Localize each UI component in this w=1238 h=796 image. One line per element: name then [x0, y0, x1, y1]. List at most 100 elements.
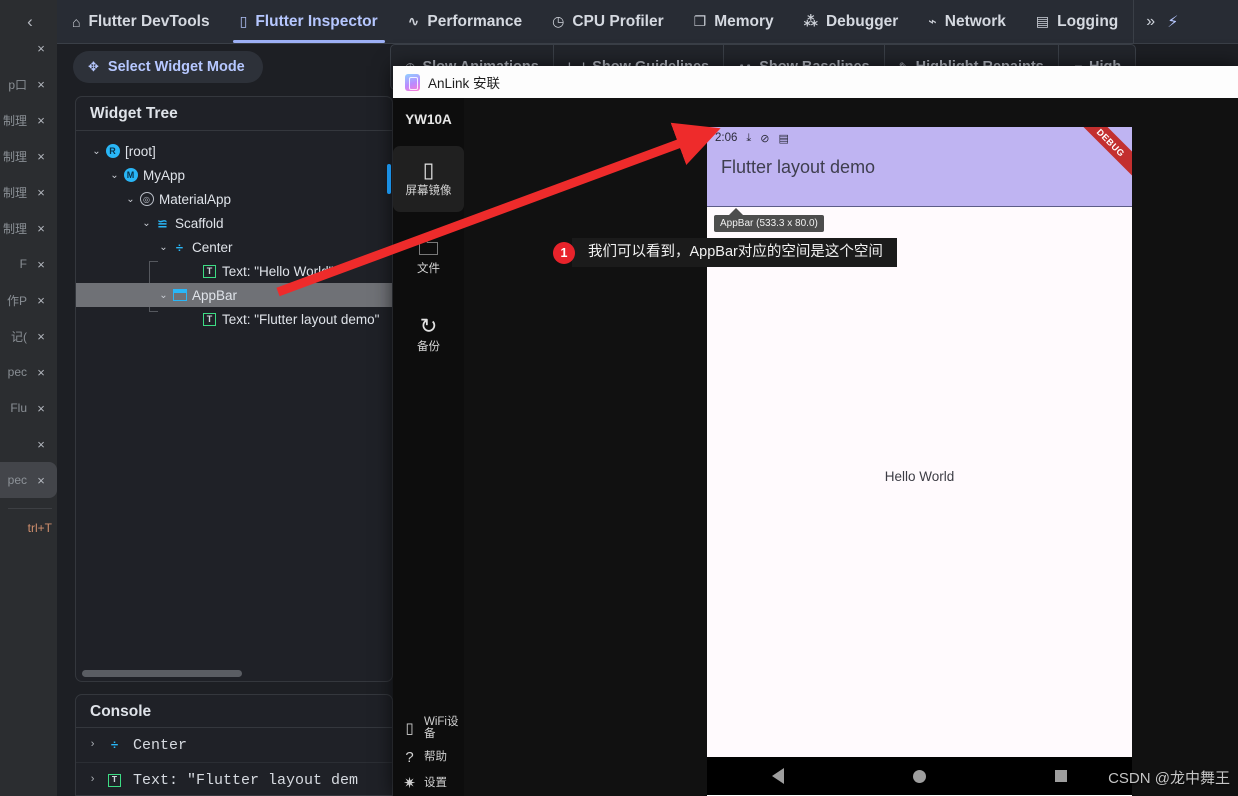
console-title: Console [76, 695, 392, 728]
widget-tree-row[interactable]: ⌄ ≌ Scaffold [76, 211, 392, 235]
tab-memory[interactable]: ❐ Memory [679, 0, 789, 43]
widget-tree-row-label: Scaffold [175, 215, 224, 231]
widget-tree-row-label: Text: "Hello World" [222, 263, 334, 279]
rail-tab-4[interactable]: 制理 × [0, 174, 57, 210]
text-widget-icon: T [106, 773, 123, 788]
hot-reload-icon[interactable]: ⚡ [1167, 12, 1178, 32]
home-icon: ⌂ [72, 13, 81, 30]
widget-tree-row[interactable]: ⌄TText: "Hello World" [76, 259, 392, 283]
screenshot-root: ‹ × p口 × 制理 × 制理 × 制理 × 制理 × F × 作P × 记(× pec × Flu × × pec × … [0, 0, 1238, 796]
chevron-down-icon[interactable]: ⌄ [108, 170, 121, 181]
anlink-nav-label: 备份 [417, 340, 440, 353]
annotation-callout: 1 我们可以看到，AppBar对应的空间是这个空间 [553, 238, 897, 267]
help-icon: ? [405, 749, 414, 766]
tab-label: CPU Profiler [572, 12, 664, 30]
widget-tree-row[interactable]: ⌄ ◎ MaterialApp [76, 187, 392, 211]
hello-world-text: Hello World [884, 469, 955, 484]
nav-back-button[interactable] [771, 768, 784, 784]
chevron-right-icon[interactable]: › [86, 774, 99, 786]
rail-tab-3[interactable]: 制理 × [0, 138, 57, 174]
rail-tab-label: p口 [8, 77, 27, 92]
anlink-nav-label: 文件 [417, 262, 440, 275]
widget-tree-row-label: MaterialApp [159, 191, 232, 207]
anlink-titlebar[interactable]: AnLink 安联 [393, 66, 1238, 98]
rail-tab-6[interactable]: F × [0, 246, 57, 282]
rail-tab-label: 制理 [2, 185, 27, 200]
tab-network[interactable]: ⌁ Network [913, 0, 1021, 43]
close-icon[interactable]: × [31, 221, 51, 236]
anlink-nav-phone-mirror[interactable]: ▯ 屏幕镜像 [387, 146, 464, 212]
anlink-device-name: YW10A [405, 112, 452, 127]
close-icon[interactable]: × [31, 185, 51, 200]
select-widget-mode-button[interactable]: ✥ Select Widget Mode [73, 51, 263, 83]
close-icon[interactable]: × [31, 401, 51, 416]
anlink-help[interactable]: ? 帮助 [393, 745, 464, 770]
nav-recents-button[interactable] [1055, 770, 1068, 782]
close-icon[interactable]: × [31, 77, 51, 92]
rail-tab-2[interactable]: 制理 × [0, 102, 57, 138]
tab-label: Performance [427, 12, 523, 30]
rail-tab-11[interactable]: × [0, 426, 57, 462]
close-icon[interactable]: × [31, 149, 51, 164]
widget-tree-hscrollbar[interactable] [82, 670, 242, 677]
tab-label: Network [944, 12, 1006, 30]
close-icon[interactable]: × [31, 113, 51, 128]
chevron-down-icon[interactable]: ⌄ [157, 242, 170, 253]
tab-flutter-devtools[interactable]: ⌂ Flutter DevTools [57, 0, 225, 43]
console-row[interactable]: › ÷ Center [76, 728, 392, 763]
rail-tab-12[interactable]: pec × [0, 462, 57, 498]
widget-tree-row[interactable]: ⌄ M MyApp [76, 163, 392, 187]
tab-cpu-profiler[interactable]: ◷ CPU Profiler [537, 0, 679, 43]
chevron-down-icon[interactable]: ⌄ [124, 194, 137, 205]
anlink-sidebar: YW10A ▯ 屏幕镜像 🗀 文件 ↻ 备份 ▯ WiFi设备? 帮助 ✷ 设置 [387, 98, 464, 796]
close-icon[interactable]: × [31, 293, 51, 308]
widget-tree-row[interactable]: ⌄ ÷ Center [76, 235, 392, 259]
close-icon[interactable]: × [31, 473, 51, 488]
appbar-title: Flutter layout demo [721, 157, 876, 177]
widget-tree-row-label: Text: "Flutter layout demo" [222, 311, 380, 327]
tabbar-overflow[interactable]: » ⚡ [1133, 0, 1188, 43]
phone-mirror-screen[interactable]: 2:06 ⤓ ⊘ ▤ Flutter layout demo DEBUG App… [707, 127, 1132, 796]
close-icon[interactable]: × [31, 329, 51, 344]
close-icon[interactable]: × [31, 41, 51, 56]
anlink-nav-folder[interactable]: 🗀 文件 [393, 224, 464, 290]
rail-tab-9[interactable]: pec × [0, 354, 57, 390]
tab-performance[interactable]: ∿ Performance [393, 0, 538, 43]
widget-tree-row[interactable]: ⌄ AppBar [76, 283, 392, 307]
download-icon: ⤓ [746, 131, 752, 144]
tab-debugger[interactable]: ⁂ Debugger [789, 0, 914, 43]
select-widget-mode-label: Select Widget Mode [107, 59, 245, 75]
rail-tab-10[interactable]: Flu × [0, 390, 57, 426]
chevron-double-right-icon[interactable]: » [1146, 13, 1155, 31]
nav-home-button[interactable] [912, 769, 926, 783]
close-icon[interactable]: × [31, 365, 51, 380]
tab-label: Flutter DevTools [88, 12, 210, 30]
rail-tab-1[interactable]: p口 × [0, 66, 57, 102]
tab-logging[interactable]: ▤ Logging [1021, 0, 1133, 43]
chevron-down-icon[interactable]: ⌄ [157, 290, 170, 301]
chevron-down-icon[interactable]: ⌄ [140, 218, 153, 229]
widget-tree-list[interactable]: ⌄ R [root] ⌄ M MyApp ⌄ ◎ MaterialApp ⌄ ≌ Scaffold ⌄ ÷… [76, 131, 392, 681]
rail-tab-label: Flu [10, 401, 27, 415]
wifi-device-icon: ▯ [405, 720, 414, 738]
document-icon: ▤ [778, 132, 789, 145]
close-icon[interactable]: × [31, 257, 51, 272]
rail-tab-7[interactable]: 作P × [0, 282, 57, 318]
rail-tab-5[interactable]: 制理 × [0, 210, 57, 246]
console-row[interactable]: › T Text: "Flutter layout dem [76, 763, 392, 795]
tab-flutter-inspector[interactable]: ▯ Flutter Inspector [225, 0, 393, 43]
anlink-nav-sync[interactable]: ↻ 备份 [393, 302, 464, 368]
close-icon[interactable]: × [31, 437, 51, 452]
anlink-wifi-device[interactable]: ▯ WiFi设备 [393, 712, 464, 745]
rail-tab-0[interactable]: × [0, 30, 57, 66]
tab-label: Flutter Inspector [255, 12, 378, 30]
appbar-widget-icon [171, 288, 188, 303]
chevron-down-icon[interactable]: ⌄ [90, 146, 103, 157]
annotation-number: 1 [553, 241, 575, 264]
rail-divider [8, 508, 52, 509]
anlink-settings[interactable]: ✷ 设置 [393, 770, 464, 796]
widget-tree-row[interactable]: ⌄TText: "Flutter layout demo" [76, 307, 392, 331]
widget-tree-row[interactable]: ⌄ R [root] [76, 139, 392, 163]
chevron-right-icon[interactable]: › [86, 739, 99, 751]
rail-tab-8[interactable]: 记(× [0, 318, 57, 354]
